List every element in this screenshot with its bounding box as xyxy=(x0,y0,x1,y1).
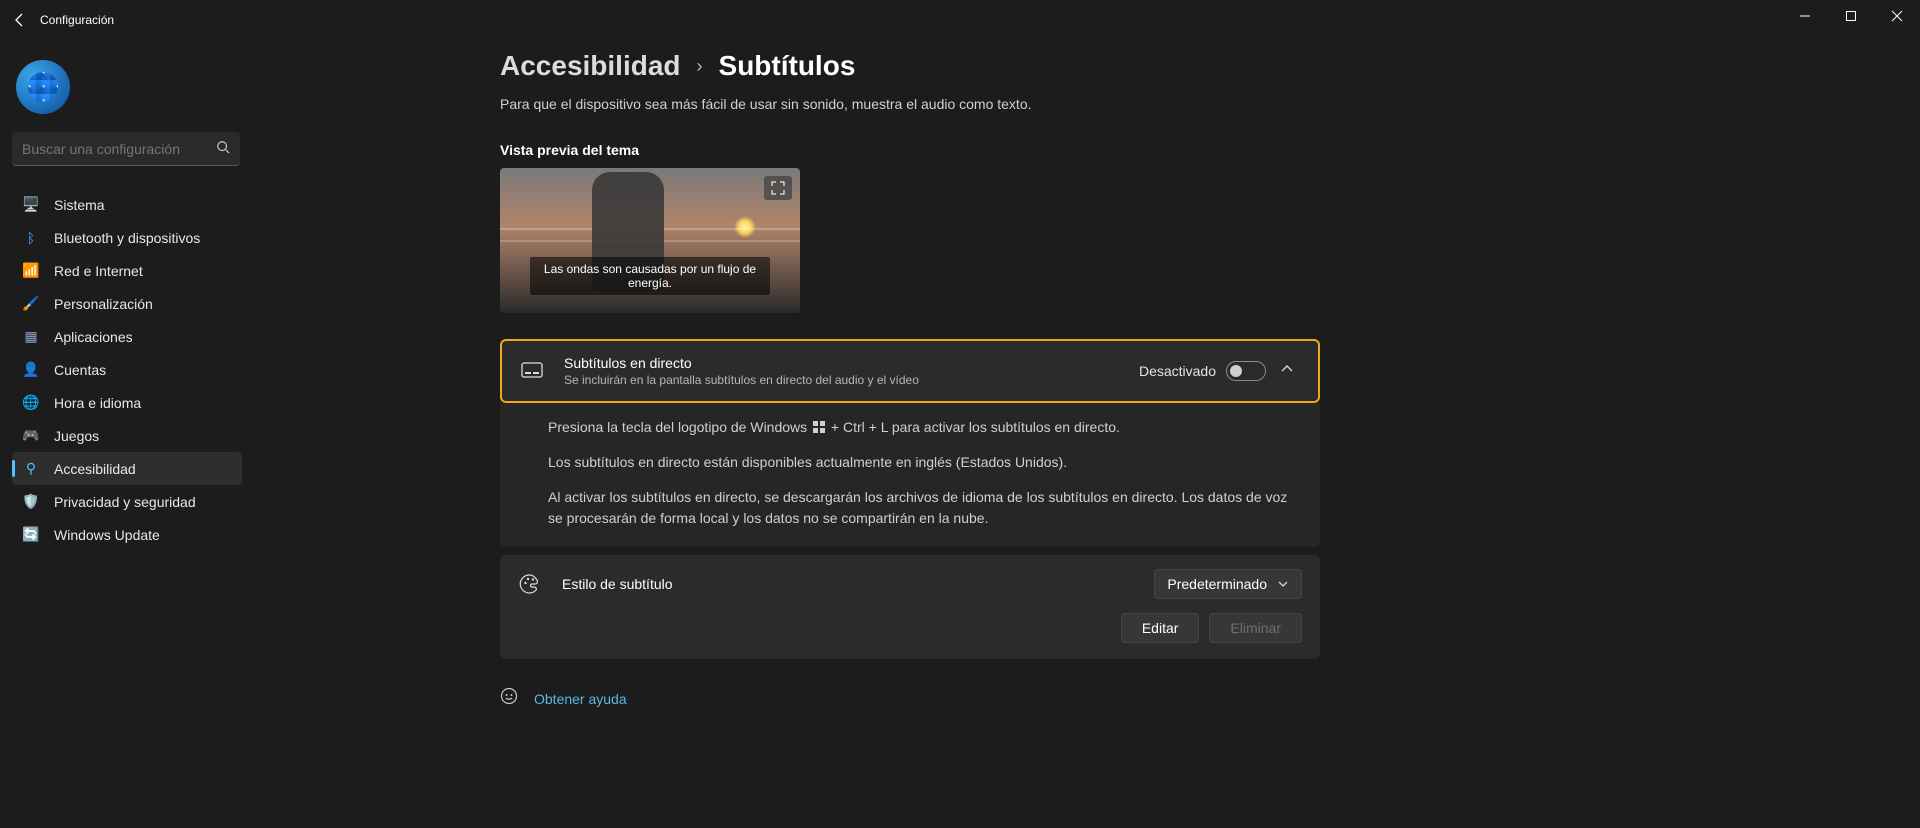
sidebar-icon: 🛡️ xyxy=(22,493,40,511)
sidebar-item-accesibilidad[interactable]: ⚲ Accesibilidad xyxy=(12,452,242,485)
edit-button[interactable]: Editar xyxy=(1121,613,1200,643)
sidebar-item-label: Sistema xyxy=(54,197,105,213)
back-button[interactable] xyxy=(0,0,40,40)
sidebar-item-label: Red e Internet xyxy=(54,263,143,279)
preview-label: Vista previa del tema xyxy=(500,142,1320,158)
delete-button: Eliminar xyxy=(1209,613,1302,643)
palette-icon xyxy=(518,572,542,596)
chevron-down-icon xyxy=(1277,578,1289,590)
breadcrumb: Accesibilidad › Subtítulos xyxy=(500,50,1320,82)
window-title: Configuración xyxy=(40,13,114,27)
sidebar-icon: 🖥️ xyxy=(22,196,40,214)
live-captions-toggle[interactable] xyxy=(1226,361,1266,381)
breadcrumb-current: Subtítulos xyxy=(719,50,856,82)
sidebar-item-hora-e-idioma[interactable]: 🌐 Hora e idioma xyxy=(12,386,242,419)
live-captions-title: Subtítulos en directo xyxy=(564,355,1139,371)
sidebar-item-label: Hora e idioma xyxy=(54,395,141,411)
chevron-up-icon[interactable] xyxy=(1280,362,1300,381)
user-avatar[interactable] xyxy=(16,60,70,114)
captions-icon xyxy=(520,359,544,383)
sidebar-icon: 🖌️ xyxy=(22,295,40,313)
minimize-button[interactable] xyxy=(1782,0,1828,32)
sidebar-item-aplicaciones[interactable]: ▦ Aplicaciones xyxy=(12,320,242,353)
titlebar: Configuración xyxy=(0,0,1920,40)
sidebar: 🖥️ Sistema ᛒ Bluetooth y dispositivos 📶 Red e… xyxy=(12,50,242,551)
sidebar-item-juegos[interactable]: 🎮 Juegos xyxy=(12,419,242,452)
sidebar-item-personalizaci-n[interactable]: 🖌️ Personalización xyxy=(12,287,242,320)
live-captions-header[interactable]: Subtítulos en directo Se incluirán en la… xyxy=(502,341,1318,401)
caption-style-texts: Estilo de subtítulo xyxy=(562,576,1154,592)
main-content: Accesibilidad › Subtítulos Para que el d… xyxy=(500,50,1320,710)
maximize-button[interactable] xyxy=(1828,0,1874,32)
chevron-right-icon: › xyxy=(697,56,703,77)
search-input[interactable] xyxy=(22,141,216,157)
live-captions-description: Se incluirán en la pantalla subtítulos e… xyxy=(564,373,1139,387)
expand-preview-button[interactable] xyxy=(764,176,792,200)
windows-key-icon xyxy=(813,421,825,433)
sidebar-item-label: Privacidad y seguridad xyxy=(54,494,196,510)
help-link[interactable]: Obtener ayuda xyxy=(534,691,627,707)
theme-preview: Las ondas son causadas por un flujo de e… xyxy=(500,168,800,313)
sidebar-item-windows-update[interactable]: 🔄 Windows Update xyxy=(12,518,242,551)
caption-style-actions: Editar Eliminar xyxy=(500,613,1320,659)
live-captions-expanded: Presiona la tecla del logotipo de Window… xyxy=(500,403,1320,547)
sidebar-icon: 🌐 xyxy=(22,394,40,412)
live-captions-state: Desactivado xyxy=(1139,363,1216,379)
live-captions-line3: Al activar los subtítulos en directo, se… xyxy=(548,487,1302,529)
sidebar-item-label: Personalización xyxy=(54,296,153,312)
window-controls xyxy=(1782,0,1920,32)
live-captions-texts: Subtítulos en directo Se incluirán en la… xyxy=(564,355,1139,387)
help-row: Obtener ayuda xyxy=(500,687,1320,710)
sidebar-item-label: Bluetooth y dispositivos xyxy=(54,230,200,246)
caption-style-dropdown[interactable]: Predeterminado xyxy=(1154,569,1302,599)
close-button[interactable] xyxy=(1874,0,1920,32)
sidebar-item-cuentas[interactable]: 👤 Cuentas xyxy=(12,353,242,386)
sidebar-icon: ⚲ xyxy=(22,460,40,478)
page-subtitle: Para que el dispositivo sea más fácil de… xyxy=(500,96,1320,112)
sidebar-icon: ᛒ xyxy=(22,229,40,247)
sidebar-icon: 🔄 xyxy=(22,526,40,544)
caption-style-card: Estilo de subtítulo Predeterminado Edita… xyxy=(500,555,1320,659)
sidebar-item-privacidad-y-seguridad[interactable]: 🛡️ Privacidad y seguridad xyxy=(12,485,242,518)
sidebar-icon: 🎮 xyxy=(22,427,40,445)
preview-caption: Las ondas son causadas por un flujo de e… xyxy=(530,257,770,295)
preview-sun xyxy=(734,216,756,238)
sidebar-item-label: Accesibilidad xyxy=(54,461,136,477)
sidebar-item-label: Windows Update xyxy=(54,527,160,543)
search-box[interactable] xyxy=(12,132,240,166)
nav: 🖥️ Sistema ᛒ Bluetooth y dispositivos 📶 Red e… xyxy=(12,188,242,551)
live-captions-line1: Presiona la tecla del logotipo de Window… xyxy=(548,417,1302,438)
sidebar-item-bluetooth-y-dispositivos[interactable]: ᛒ Bluetooth y dispositivos xyxy=(12,221,242,254)
live-captions-card: Subtítulos en directo Se incluirán en la… xyxy=(500,339,1320,403)
sidebar-item-sistema[interactable]: 🖥️ Sistema xyxy=(12,188,242,221)
breadcrumb-parent[interactable]: Accesibilidad xyxy=(500,50,681,82)
help-icon xyxy=(500,687,518,710)
sidebar-icon: 📶 xyxy=(22,262,40,280)
sidebar-item-label: Cuentas xyxy=(54,362,106,378)
sidebar-icon: ▦ xyxy=(22,328,40,346)
search-icon xyxy=(216,140,230,157)
dropdown-value: Predeterminado xyxy=(1167,576,1267,592)
live-captions-body: Presiona la tecla del logotipo de Window… xyxy=(500,403,1320,547)
caption-style-row: Estilo de subtítulo Predeterminado xyxy=(500,555,1320,613)
sidebar-icon: 👤 xyxy=(22,361,40,379)
caption-style-title: Estilo de subtítulo xyxy=(562,576,1154,592)
sidebar-item-label: Aplicaciones xyxy=(54,329,133,345)
sidebar-item-label: Juegos xyxy=(54,428,99,444)
live-captions-line2: Los subtítulos en directo están disponib… xyxy=(548,452,1302,473)
sidebar-item-red-e-internet[interactable]: 📶 Red e Internet xyxy=(12,254,242,287)
